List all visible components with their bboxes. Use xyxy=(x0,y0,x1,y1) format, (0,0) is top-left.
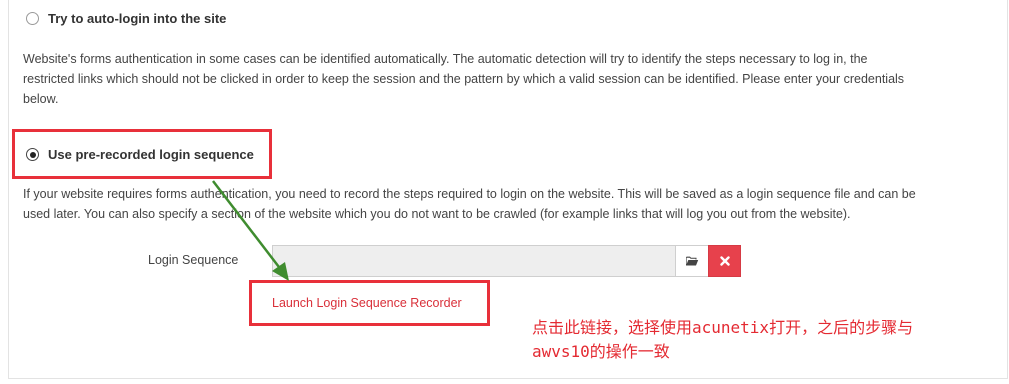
recorded-login-description-line: used later. You can also specify a secti… xyxy=(23,207,851,221)
recorded-login-label: Use pre-recorded login sequence xyxy=(48,147,254,162)
auto-login-option[interactable]: Try to auto-login into the site xyxy=(26,11,226,26)
recorded-login-option[interactable]: Use pre-recorded login sequence xyxy=(26,147,254,162)
recorded-login-description: If your website requires forms authentic… xyxy=(23,184,916,224)
auto-login-description: Website's forms authentication in some c… xyxy=(23,49,904,109)
clear-button[interactable] xyxy=(708,245,741,277)
close-icon xyxy=(719,256,730,266)
auto-login-description-line: below. xyxy=(23,92,59,106)
auto-login-radio[interactable] xyxy=(26,12,39,25)
login-sequence-label: Login Sequence xyxy=(148,253,239,267)
recorded-login-radio[interactable] xyxy=(26,148,39,161)
annotation-line: awvs10的操作一致 xyxy=(532,342,670,361)
recorded-login-description-line: If your website requires forms authentic… xyxy=(23,187,916,201)
launch-recorder-link[interactable]: Launch Login Sequence Recorder xyxy=(272,296,462,310)
login-sequence-input[interactable] xyxy=(272,245,676,277)
annotation-note: 点击此链接，选择使用acunetix打开，之后的步骤与 awvs10的操作一致 xyxy=(532,316,913,364)
auto-login-description-line: restricted links which should not be cli… xyxy=(23,72,905,86)
auto-login-description-line: Website's forms authentication in some c… xyxy=(23,52,868,66)
auto-login-label: Try to auto-login into the site xyxy=(48,11,227,26)
annotation-line: 点击此链接，选择使用acunetix打开，之后的步骤与 xyxy=(532,318,914,337)
folder-open-icon xyxy=(686,256,699,266)
browse-button[interactable] xyxy=(675,245,709,277)
